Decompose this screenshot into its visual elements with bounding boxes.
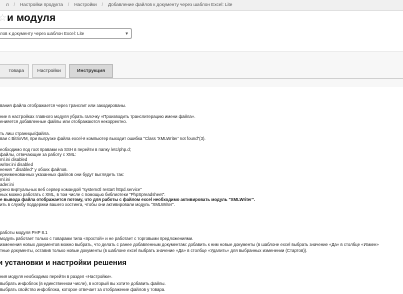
breadcrumb: л / Настройки продукта / Настройки / Доб… [6, 2, 232, 7]
breadcrumb-item-settings[interactable]: Настройки [74, 2, 97, 7]
text-line: ить в службу поддержки вашего хостинга, … [0, 202, 176, 207]
breadcrumb-separator: / [13, 2, 15, 7]
page-title: и модуля [7, 12, 56, 24]
tab-label: Настройки [37, 68, 61, 74]
tab-product[interactable]: товара [0, 64, 29, 78]
tab-label: Инструкция [77, 68, 105, 74]
text-line: выбрать инфоблок (в единственном числе),… [0, 281, 166, 286]
text-line: ваи с BitrixVM, при выгрузке файла excel… [0, 136, 206, 141]
text-line: работы модуля PHP 8.1 [0, 230, 48, 235]
instruction-content: вания файла отображается через транслит … [0, 92, 403, 294]
text-line: тные документы, оставив только новые док… [0, 248, 308, 253]
breadcrumb-item-current[interactable]: Добавление файлов к документу через шабл… [108, 2, 232, 7]
tabs-container: товара Настройки Инструкция [0, 51, 403, 87]
breadcrumb-separator: / [101, 2, 104, 7]
text-line: вания файла отображается через транслит … [0, 103, 127, 108]
text-line: изменения новых документов можно выбрать… [0, 242, 379, 247]
section-heading: и установки и настройки решения [0, 258, 127, 267]
title-row: ☆ и модуля [0, 11, 403, 25]
text-line: ереименованных указанных файлов они буду… [0, 172, 124, 177]
document-select[interactable]: лов к документу через шаблон Excel: Lite… [0, 28, 132, 39]
chevron-down-icon: ▾ [125, 31, 128, 37]
tab-label: товара [8, 68, 24, 74]
document-select-value: лов к документу через шаблон Excel: Lite [0, 31, 85, 36]
tab-instruction[interactable]: Инструкция [69, 64, 113, 78]
top-bar: л / Настройки продукта / Настройки / Доб… [0, 0, 403, 11]
text-line: енияется добавленные файлы или отображаю… [0, 119, 128, 124]
text-line: ния модуля необходимо перейти в раздел «… [0, 274, 113, 279]
tab-settings[interactable]: Настройки [32, 64, 66, 78]
breadcrumb-item-product-settings[interactable]: Настройки продукта [20, 2, 63, 7]
text-line: выбрать свойство инфоблока, которое отве… [0, 287, 166, 292]
tab-row: товара Настройки Инструкция [0, 64, 116, 78]
text-line: модуль работает только с товарами типа «… [0, 236, 194, 241]
breadcrumb-item-root[interactable]: л [6, 2, 9, 7]
breadcrumb-separator: / [67, 2, 70, 7]
tab-underline [0, 78, 403, 79]
